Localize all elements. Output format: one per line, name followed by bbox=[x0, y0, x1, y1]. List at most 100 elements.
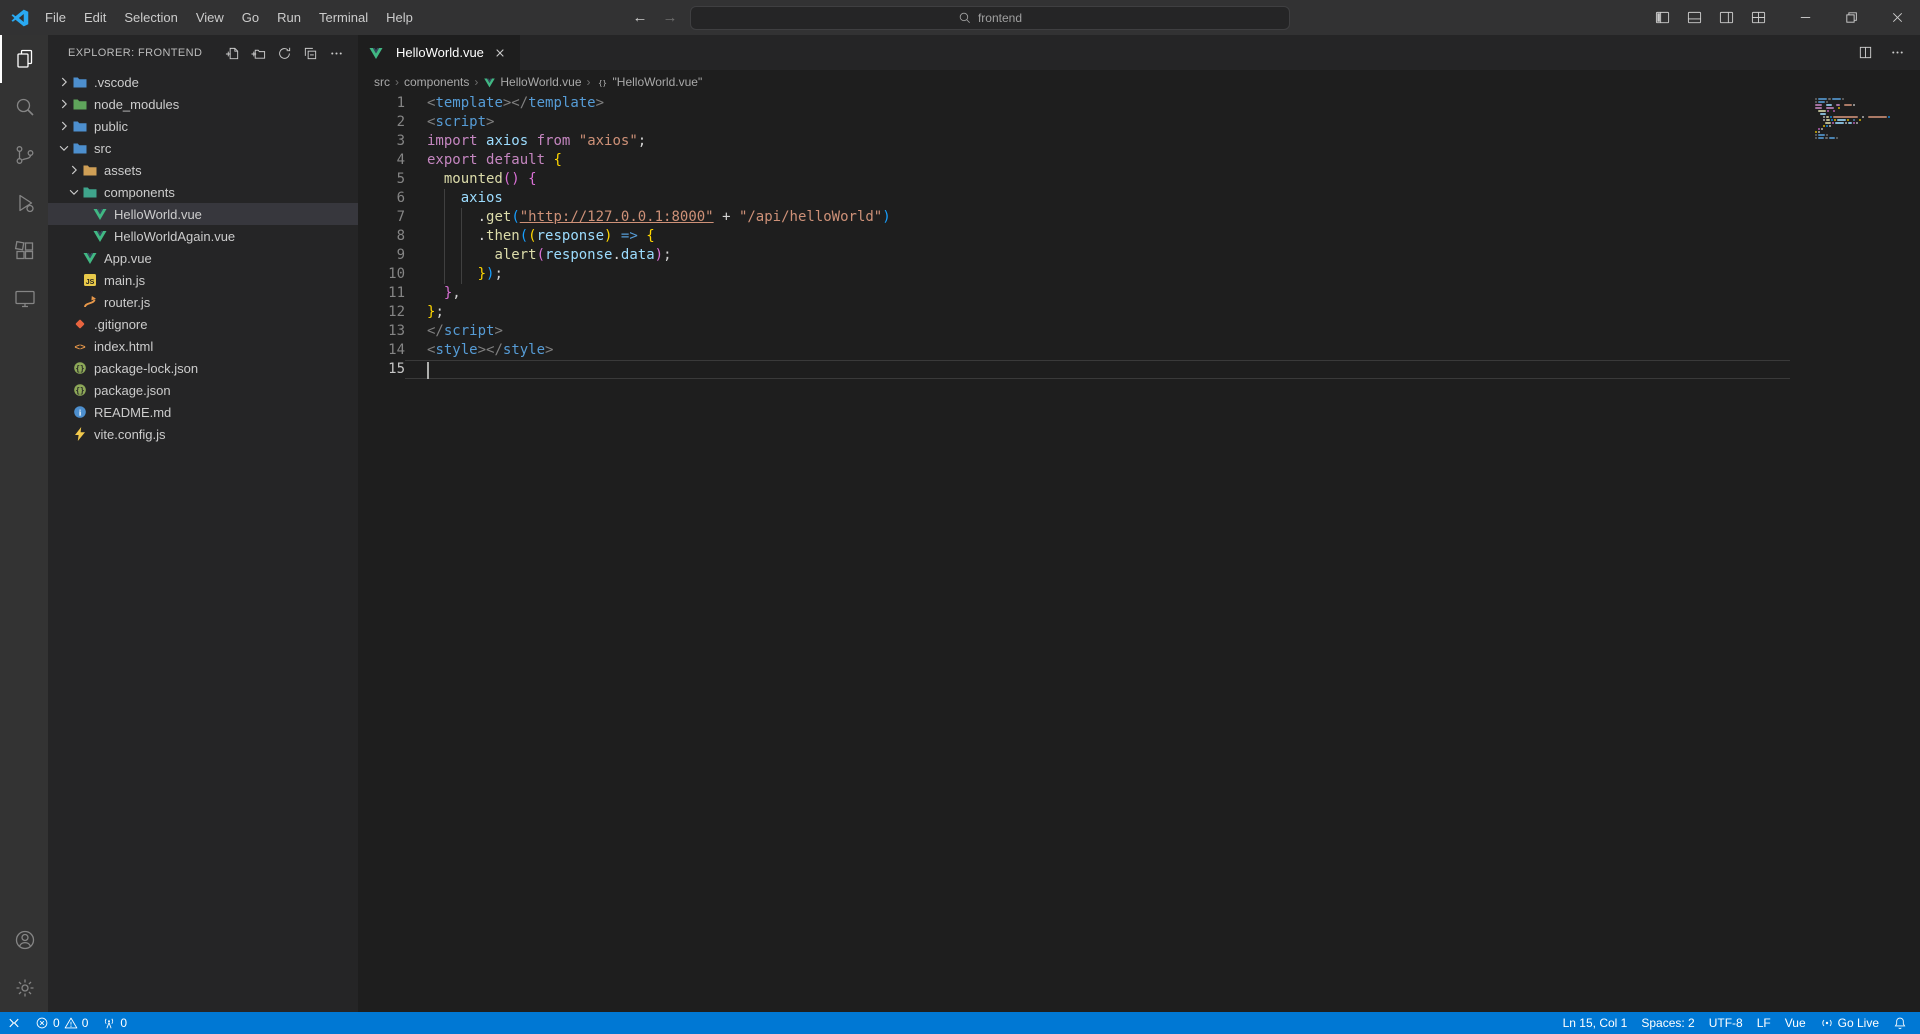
minimize-button[interactable] bbox=[1782, 0, 1828, 35]
remote-explorer-icon[interactable] bbox=[0, 275, 48, 323]
status-eol[interactable]: LF bbox=[1750, 1012, 1778, 1034]
tree-item-assets[interactable]: assets bbox=[48, 159, 358, 181]
code-line-5[interactable]: 5 mounted() { bbox=[358, 170, 1920, 189]
collapse-all-icon[interactable] bbox=[300, 43, 320, 63]
tree-item-components[interactable]: components bbox=[48, 181, 358, 203]
minimap-line bbox=[1815, 128, 1908, 130]
close-button[interactable] bbox=[1874, 0, 1920, 35]
toggle-secondary-sidebar-icon[interactable] bbox=[1712, 6, 1740, 30]
line-number: 15 bbox=[358, 360, 405, 379]
tree-item-label: vite.config.js bbox=[94, 427, 166, 442]
breadcrumb-item[interactable]: {}"HelloWorld.vue" bbox=[596, 75, 703, 89]
navigate-forward-icon[interactable]: → bbox=[660, 9, 680, 26]
search-icon[interactable] bbox=[0, 83, 48, 131]
run-debug-icon[interactable] bbox=[0, 179, 48, 227]
settings-icon[interactable] bbox=[0, 964, 48, 1012]
problems-indicator[interactable]: 00 bbox=[28, 1012, 95, 1034]
status-language-mode[interactable]: Vue bbox=[1778, 1012, 1813, 1034]
code-line-1[interactable]: 1<template></template> bbox=[358, 94, 1920, 113]
tree-item-readme-md[interactable]: iREADME.md bbox=[48, 401, 358, 423]
status-label: Vue bbox=[1785, 1016, 1806, 1030]
breadcrumb-item[interactable]: HelloWorld.vue bbox=[483, 75, 581, 89]
tree-item-public[interactable]: public bbox=[48, 115, 358, 137]
tree-item-main-js[interactable]: JSmain.js bbox=[48, 269, 358, 291]
status-notifications[interactable] bbox=[1886, 1012, 1914, 1034]
code-line-7[interactable]: 7 .get("http://127.0.0.1:8000" + "/api/h… bbox=[358, 208, 1920, 227]
accounts-icon[interactable] bbox=[0, 916, 48, 964]
folder-icon bbox=[72, 140, 88, 156]
tree-item--gitignore[interactable]: .gitignore bbox=[48, 313, 358, 335]
code-line-14[interactable]: 14<style></style> bbox=[358, 341, 1920, 360]
tree-item-node-modules[interactable]: node_modules bbox=[48, 93, 358, 115]
code-line-12[interactable]: 12}; bbox=[358, 303, 1920, 322]
refresh-icon[interactable] bbox=[274, 43, 294, 63]
tree-item-vite-config-js[interactable]: vite.config.js bbox=[48, 423, 358, 445]
minimap[interactable] bbox=[1812, 96, 1908, 143]
extensions-icon[interactable] bbox=[0, 227, 48, 275]
status-encoding[interactable]: UTF-8 bbox=[1702, 1012, 1750, 1034]
code-line-15[interactable]: 15 bbox=[358, 360, 1920, 379]
search-icon bbox=[958, 11, 972, 25]
svg-text:{}: {} bbox=[75, 386, 84, 395]
explorer-icon[interactable] bbox=[0, 35, 48, 83]
tree-item-helloworldagain-vue[interactable]: HelloWorldAgain.vue bbox=[48, 225, 358, 247]
tree-item-label: .gitignore bbox=[94, 317, 147, 332]
tree-item-helloworld-vue[interactable]: HelloWorld.vue bbox=[48, 203, 358, 225]
js-icon: JS bbox=[82, 272, 98, 288]
breadcrumb-item[interactable]: components bbox=[404, 75, 469, 89]
breadcrumb-item[interactable]: src bbox=[374, 75, 390, 89]
more-icon[interactable] bbox=[326, 43, 346, 63]
tree-item-label: public bbox=[94, 119, 128, 134]
line-number: 8 bbox=[358, 227, 405, 246]
tree-item-app-vue[interactable]: App.vue bbox=[48, 247, 358, 269]
tree-item-index-html[interactable]: <>index.html bbox=[48, 335, 358, 357]
menu-file[interactable]: File bbox=[36, 6, 75, 30]
code-line-10[interactable]: 10 }); bbox=[358, 265, 1920, 284]
status-go-live[interactable]: Go Live bbox=[1813, 1012, 1886, 1034]
split-editor-icon[interactable] bbox=[1854, 42, 1876, 64]
remote-indicator[interactable] bbox=[0, 1012, 28, 1034]
toggle-sidebar-icon[interactable] bbox=[1648, 6, 1676, 30]
code-line-4[interactable]: 4export default { bbox=[358, 151, 1920, 170]
tree-item-package-json[interactable]: {}package.json bbox=[48, 379, 358, 401]
customize-layout-icon[interactable] bbox=[1744, 6, 1772, 30]
tree-item-src[interactable]: src bbox=[48, 137, 358, 159]
menu-help[interactable]: Help bbox=[377, 6, 422, 30]
restore-button[interactable] bbox=[1828, 0, 1874, 35]
code-line-13[interactable]: 13</script> bbox=[358, 322, 1920, 341]
command-center-search[interactable]: frontend bbox=[690, 6, 1290, 30]
menu-terminal[interactable]: Terminal bbox=[310, 6, 377, 30]
tree-item-label: node_modules bbox=[94, 97, 179, 112]
status-indentation[interactable]: Spaces: 2 bbox=[1634, 1012, 1701, 1034]
ports-indicator[interactable]: 0 bbox=[95, 1012, 134, 1034]
line-number: 14 bbox=[358, 341, 405, 360]
code-area[interactable]: 1<template></template>2<script>3import a… bbox=[358, 94, 1920, 1012]
line-content: <style></style> bbox=[405, 341, 1790, 360]
menu-run[interactable]: Run bbox=[268, 6, 310, 30]
source-control-icon[interactable] bbox=[0, 131, 48, 179]
navigate-back-icon[interactable]: ← bbox=[630, 9, 650, 26]
new-folder-icon[interactable] bbox=[248, 43, 268, 63]
status-cursor-position[interactable]: Ln 15, Col 1 bbox=[1556, 1012, 1635, 1034]
code-line-9[interactable]: 9 alert(response.data); bbox=[358, 246, 1920, 265]
menu-edit[interactable]: Edit bbox=[75, 6, 115, 30]
code-line-6[interactable]: 6 axios bbox=[358, 189, 1920, 208]
tree-item--vscode[interactable]: .vscode bbox=[48, 71, 358, 93]
code-line-8[interactable]: 8 .then((response) => { bbox=[358, 227, 1920, 246]
tab-helloworld-vue[interactable]: HelloWorld.vue bbox=[358, 35, 520, 70]
code-line-2[interactable]: 2<script> bbox=[358, 113, 1920, 132]
toggle-panel-icon[interactable] bbox=[1680, 6, 1708, 30]
code-line-3[interactable]: 3import axios from "axios"; bbox=[358, 132, 1920, 151]
line-content: mounted() { bbox=[405, 170, 1790, 189]
tree-item-router-js[interactable]: router.js bbox=[48, 291, 358, 313]
vue-file-icon bbox=[368, 45, 384, 61]
menu-selection[interactable]: Selection bbox=[115, 6, 186, 30]
menu-go[interactable]: Go bbox=[233, 6, 268, 30]
more-icon[interactable] bbox=[1886, 42, 1908, 64]
tab-close-icon[interactable] bbox=[490, 43, 510, 63]
code-line-11[interactable]: 11 }, bbox=[358, 284, 1920, 303]
menu-view[interactable]: View bbox=[187, 6, 233, 30]
minimap-line bbox=[1815, 122, 1908, 124]
tree-item-package-lock-json[interactable]: {}package-lock.json bbox=[48, 357, 358, 379]
new-file-icon[interactable] bbox=[222, 43, 242, 63]
